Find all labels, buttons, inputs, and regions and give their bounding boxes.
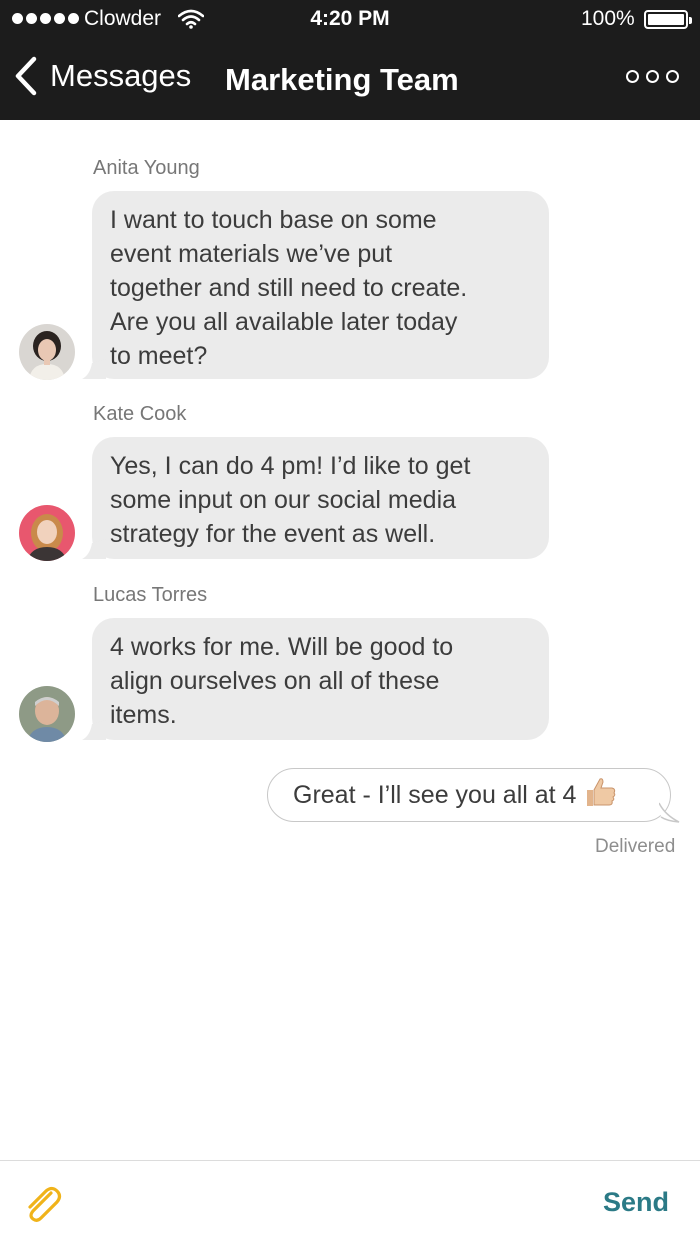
message-bubble: I want to touch base on some event mater… bbox=[82, 191, 549, 379]
bubble-tail bbox=[82, 720, 106, 740]
more-options-icon[interactable] bbox=[626, 70, 679, 83]
sender-name: Lucas Torres bbox=[93, 584, 208, 606]
avatar[interactable] bbox=[19, 324, 75, 380]
message-composer: Send bbox=[0, 1160, 700, 1244]
sender-name: Kate Cook bbox=[93, 403, 187, 425]
avatar[interactable] bbox=[19, 686, 75, 742]
bubble-tail bbox=[82, 359, 106, 379]
outgoing-message-text: Great - I’ll see you all at 4 bbox=[293, 780, 577, 809]
back-button[interactable]: Messages bbox=[14, 56, 191, 96]
send-button[interactable]: Send bbox=[603, 1187, 669, 1218]
paperclip-icon[interactable] bbox=[21, 1183, 63, 1230]
message-line: I want to touch base on some bbox=[110, 206, 437, 234]
message-bubble: Yes, I can do 4 pm! I’d like to get some… bbox=[82, 437, 549, 559]
chevron-left-icon bbox=[14, 56, 38, 96]
message-line: to meet? bbox=[110, 342, 208, 370]
message-line: align ourselves on all of these bbox=[110, 667, 440, 695]
nav-bar: Messages Marketing Team bbox=[0, 40, 700, 120]
sender-name: Anita Young bbox=[93, 157, 200, 179]
message-line: 4 works for me. Will be good to bbox=[110, 633, 454, 661]
outgoing-message-bubble: Great - I’ll see you all at 4 bbox=[267, 768, 680, 823]
message-line: some input on our social media bbox=[110, 486, 457, 514]
battery-icon bbox=[644, 10, 692, 29]
message-line: Are you all available later today bbox=[110, 308, 458, 336]
message-line: strategy for the event as well. bbox=[110, 520, 436, 548]
thumbs-up-icon bbox=[584, 775, 618, 816]
message-line: Yes, I can do 4 pm! I’d like to get bbox=[110, 452, 471, 480]
delivery-status: Delivered bbox=[595, 836, 676, 857]
message-line: together and still need to create. bbox=[110, 274, 468, 302]
bubble-tail bbox=[82, 539, 106, 559]
back-button-label: Messages bbox=[50, 58, 192, 93]
conversation-title: Marketing Team bbox=[225, 62, 459, 97]
message-bubble: 4 works for me. Will be good to align ou… bbox=[82, 618, 549, 740]
top-bar: Clowder 4:20 PM 100% Messages Marketing … bbox=[0, 0, 700, 120]
message-line: event materials we’ve put bbox=[110, 240, 393, 268]
status-bar: Clowder 4:20 PM 100% bbox=[0, 0, 700, 40]
avatar[interactable] bbox=[19, 505, 75, 561]
battery-percent: 100% bbox=[581, 7, 635, 30]
message-line: items. bbox=[110, 701, 177, 729]
bubble-tail bbox=[659, 802, 680, 823]
